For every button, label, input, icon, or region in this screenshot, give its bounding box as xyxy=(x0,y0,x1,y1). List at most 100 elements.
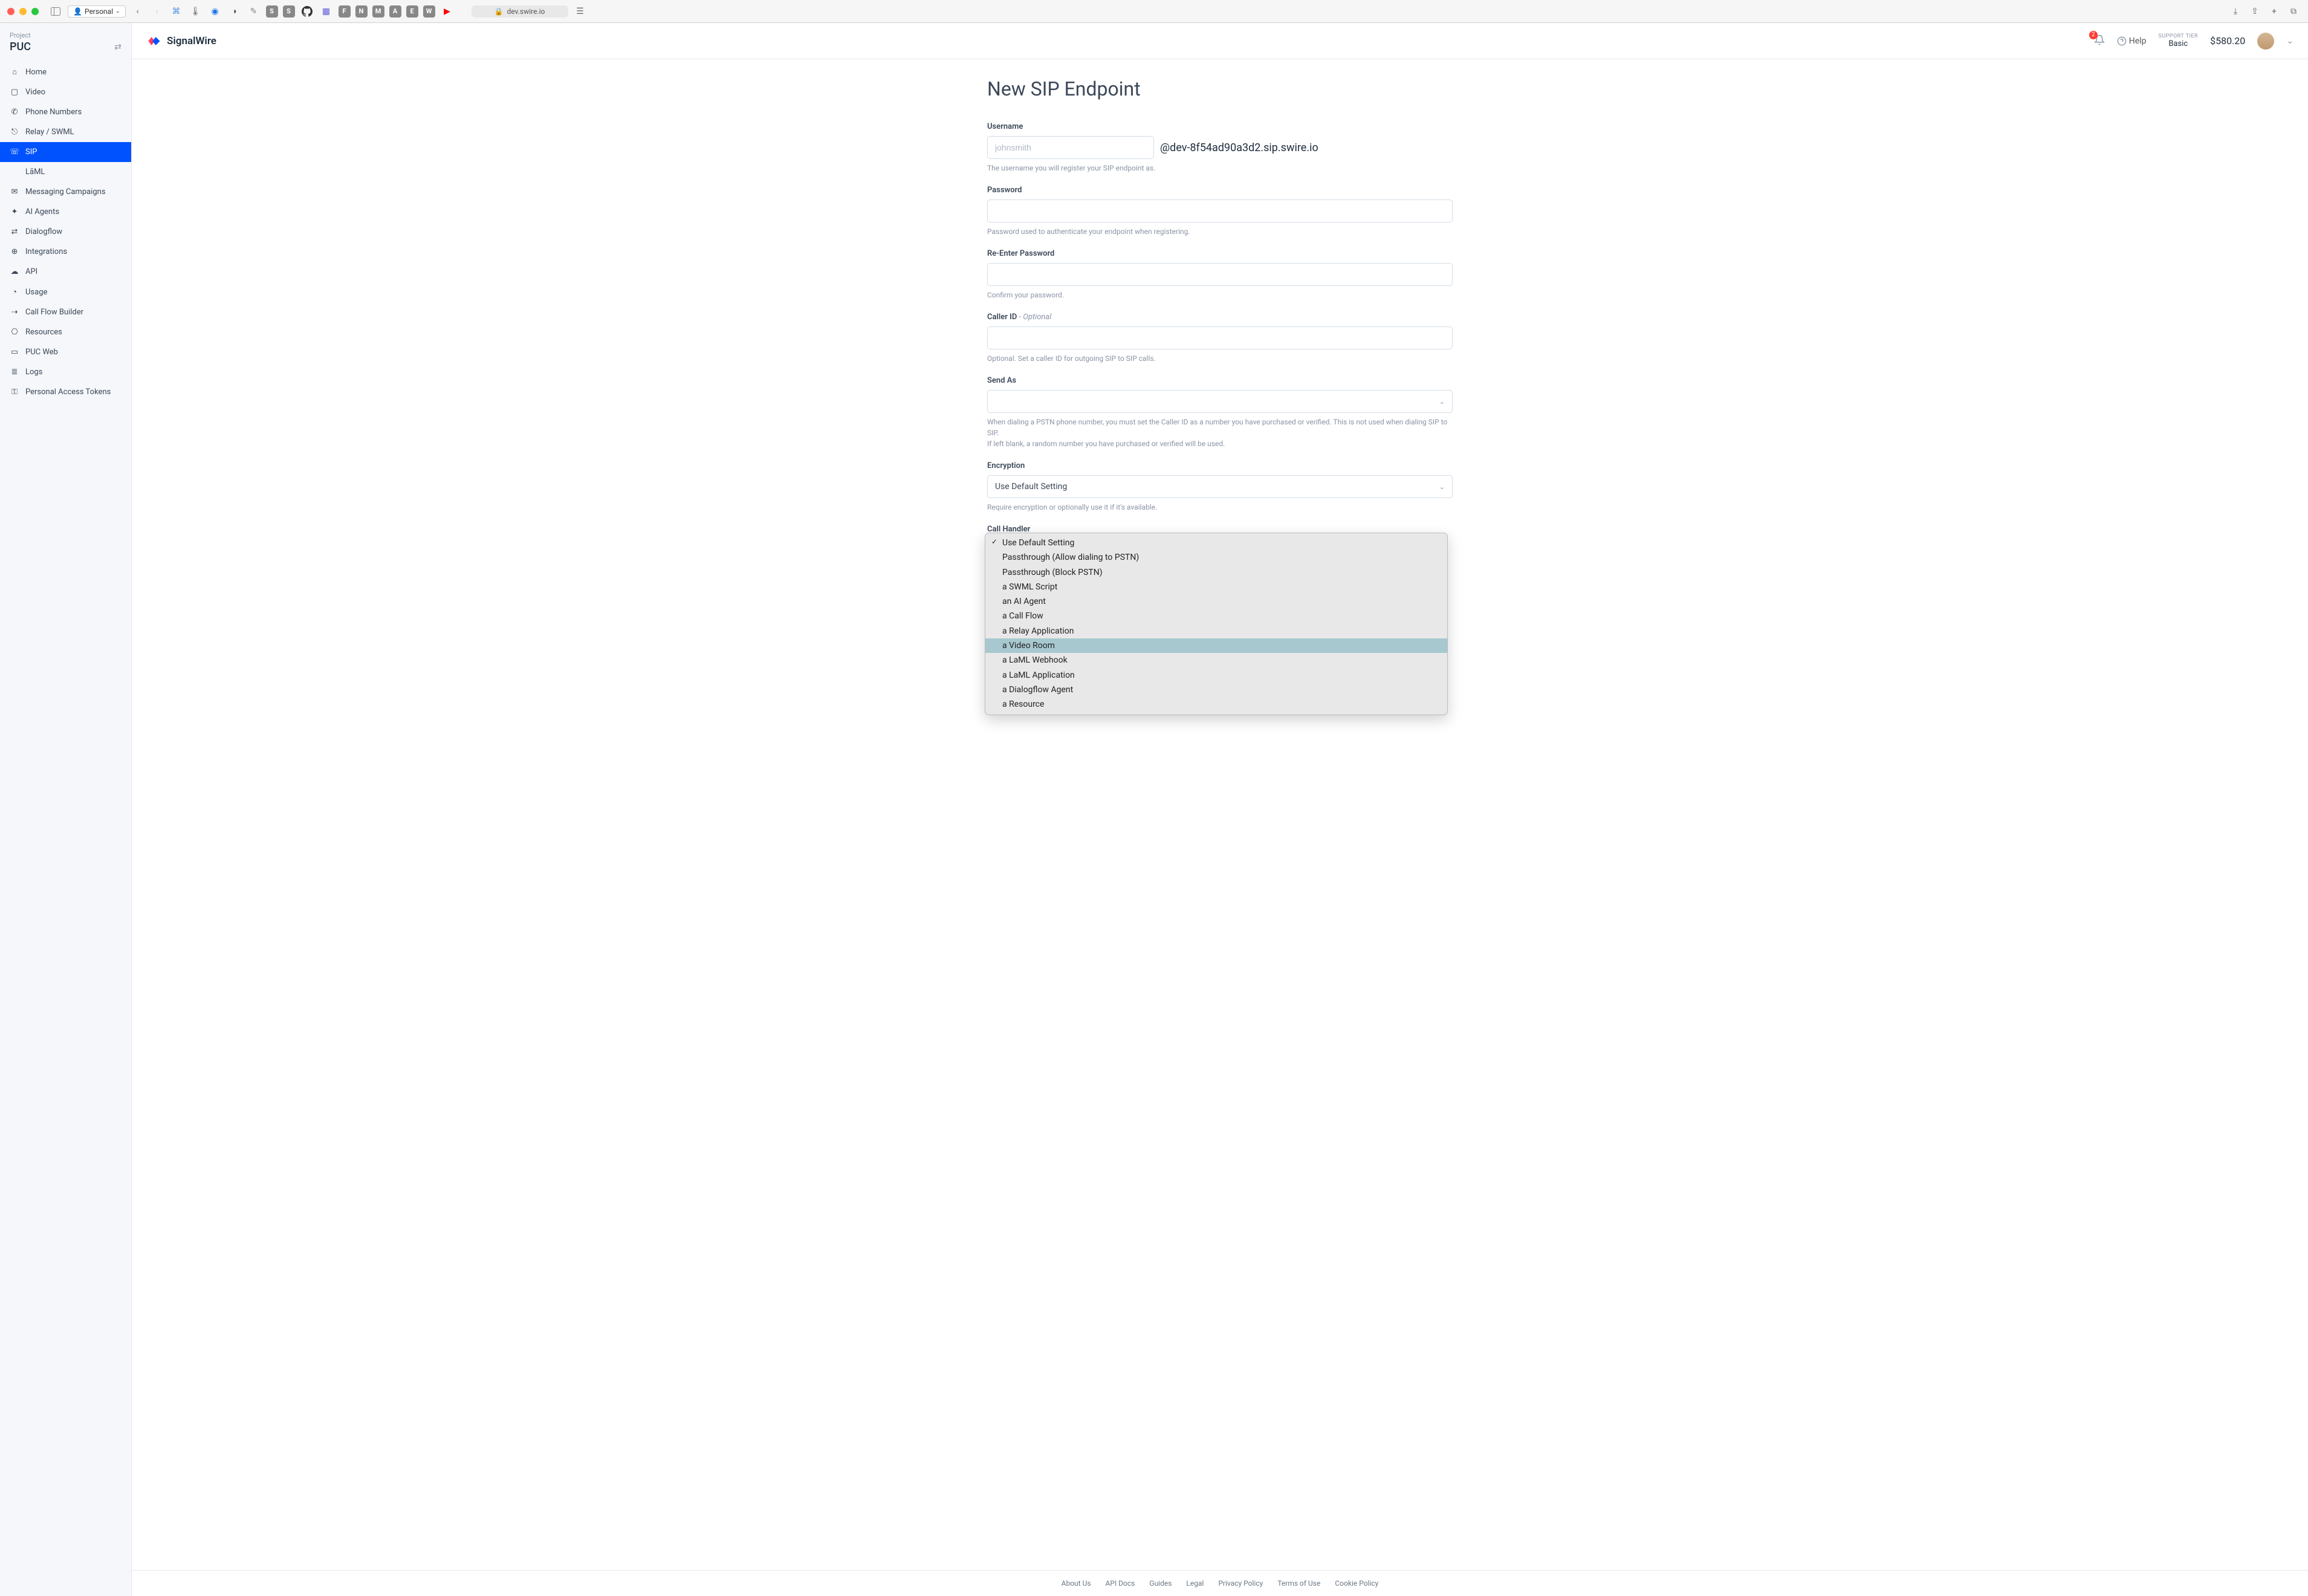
back-button[interactable]: ‹ xyxy=(131,4,145,19)
ext-icon-5[interactable]: ✎ xyxy=(247,4,261,19)
notification-badge: 2 xyxy=(2089,31,2098,39)
dropdown-option[interactable]: a Relay Application xyxy=(985,624,1447,638)
ext-icon-box[interactable]: ▦ xyxy=(319,4,334,19)
dropdown-option[interactable]: a SWML Script xyxy=(985,580,1447,594)
maximize-window-button[interactable] xyxy=(31,8,39,15)
brand[interactable]: SignalWire xyxy=(146,34,216,48)
password2-input[interactable] xyxy=(987,263,1453,286)
sidebar-item-sip[interactable]: ☏SIP xyxy=(0,142,131,162)
encryption-field: Encryption Use Default Setting ⌄ Require… xyxy=(987,461,1453,513)
dropdown-option[interactable]: a LaML Webhook xyxy=(985,653,1447,667)
encryption-label: Encryption xyxy=(987,461,1453,470)
balance[interactable]: $580.20 xyxy=(2210,35,2245,47)
window-controls xyxy=(7,8,39,15)
sidebar-item-call-flow-builder[interactable]: ⇢Call Flow Builder xyxy=(0,302,131,322)
call-handler-field: Call Handler Use Default SettingPassthro… xyxy=(987,525,1453,562)
sidebar-item-api[interactable]: ☁API xyxy=(0,262,131,282)
nav-label: Dialogflow xyxy=(25,227,62,236)
dropdown-option[interactable]: Passthrough (Block PSTN) xyxy=(985,565,1447,580)
new-tab-icon[interactable]: + xyxy=(2267,4,2281,19)
nav-icon: ⇄ xyxy=(10,227,19,236)
caller-id-input[interactable] xyxy=(987,326,1453,349)
dropdown-option[interactable]: a LaML Application xyxy=(985,668,1447,683)
tab-icon-w[interactable]: W xyxy=(423,5,435,18)
tab-icon-s2[interactable]: S xyxy=(283,5,295,18)
share-icon[interactable]: ⇪ xyxy=(2248,4,2262,19)
sidebar-item-messaging-campaigns[interactable]: ✉Messaging Campaigns xyxy=(0,182,131,202)
nav-icon: ≣ xyxy=(10,368,19,377)
brand-logo-icon xyxy=(146,34,162,48)
footer-link[interactable]: Guides xyxy=(1149,1579,1172,1588)
url-bar[interactable]: 🔒 dev.swire.io xyxy=(472,5,568,18)
sidebar-item-logs[interactable]: ≣Logs xyxy=(0,362,131,382)
nav-label: SIP xyxy=(25,148,37,157)
nav-label: PUC Web xyxy=(25,348,58,357)
sidebar-item-relay-swml[interactable]: ⎋ Relay / SWML xyxy=(0,122,131,142)
project-name: PUC xyxy=(10,41,31,53)
download-icon[interactable]: ⤓ xyxy=(2228,4,2243,19)
ext-icon-4[interactable]: ◑ xyxy=(227,4,242,19)
dropdown-option[interactable]: a Call Flow xyxy=(985,609,1447,623)
profile-name: Personal xyxy=(85,7,113,16)
dropdown-option[interactable]: Use Default Setting xyxy=(985,536,1447,550)
dropdown-option[interactable]: a Dialogflow Agent xyxy=(985,683,1447,697)
project-switch-icon[interactable]: ⇄ xyxy=(114,42,122,52)
footer-link[interactable]: API Docs xyxy=(1106,1579,1135,1588)
dropdown-option[interactable]: a Resource xyxy=(985,697,1447,712)
sidebar-item-usage[interactable]: ◔Usage xyxy=(0,282,131,302)
tab-icon-e[interactable]: E xyxy=(406,5,418,18)
sidebar-item-l-ml[interactable]: LāML xyxy=(0,162,131,182)
ext-icon-1[interactable]: ⌘ xyxy=(169,4,184,19)
caller-id-field: Caller ID - Optional Optional. Set a cal… xyxy=(987,313,1453,364)
nav-icon: ⎋ xyxy=(10,128,19,137)
reader-icon[interactable]: ☰ xyxy=(573,4,588,19)
sidebar-item-video[interactable]: ▢Video xyxy=(0,82,131,102)
footer-link[interactable]: Terms of Use xyxy=(1277,1579,1320,1588)
ext-icon-3[interactable]: ◉ xyxy=(208,4,222,19)
footer-link[interactable]: Legal xyxy=(1186,1579,1204,1588)
tab-icon-n[interactable]: N xyxy=(355,5,368,18)
sidebar-item-phone-numbers[interactable]: ✆Phone Numbers xyxy=(0,102,131,122)
forward-button[interactable]: › xyxy=(150,4,164,19)
project-header: Project PUC ⇄ xyxy=(0,23,131,59)
help-link[interactable]: Help xyxy=(2117,36,2147,46)
tabs-overview-icon[interactable]: ⧉ xyxy=(2286,4,2301,19)
github-icon[interactable] xyxy=(300,4,314,19)
sidebar-item-home[interactable]: ⌂Home xyxy=(0,62,131,82)
sidebar-item-puc-web[interactable]: ▭PUC Web xyxy=(0,342,131,362)
dropdown-option[interactable]: a Video Room xyxy=(985,638,1447,653)
support-tier[interactable]: SUPPORT TIER Basic xyxy=(2158,33,2198,48)
user-menu-chevron-icon[interactable]: ⌄ xyxy=(2286,36,2293,46)
footer-link[interactable]: About Us xyxy=(1062,1579,1091,1588)
username-domain-suffix: @dev-8f54ad90a3d2.sip.swire.io xyxy=(1160,141,1318,154)
tab-icon-m[interactable]: M xyxy=(372,5,384,18)
ext-icon-2[interactable]: 🌡 xyxy=(189,4,203,19)
tab-icon-a[interactable]: A xyxy=(389,5,401,18)
profile-switcher[interactable]: 👤Personal⌄ xyxy=(68,5,126,18)
tab-icon-f[interactable]: F xyxy=(339,5,351,18)
tab-icon-s1[interactable]: S xyxy=(266,5,278,18)
notifications-button[interactable]: 2 xyxy=(2094,34,2105,48)
tier-label: SUPPORT TIER xyxy=(2158,33,2198,39)
sidebar-item-resources[interactable]: ⎔Resources xyxy=(0,322,131,342)
footer-link[interactable]: Cookie Policy xyxy=(1335,1579,1378,1588)
dropdown-option[interactable]: Passthrough (Allow dialing to PSTN) xyxy=(985,550,1447,565)
sidebar-item-dialogflow[interactable]: ⇄ Dialogflow xyxy=(0,222,131,242)
dropdown-option[interactable]: an AI Agent xyxy=(985,594,1447,609)
username-input[interactable] xyxy=(987,136,1154,159)
sidebar-item-personal-access-tokens[interactable]: ⚿Personal Access Tokens xyxy=(0,382,131,402)
sidebar-toggle-icon[interactable] xyxy=(48,4,63,19)
encryption-select[interactable]: Use Default Setting ⌄ xyxy=(987,475,1453,498)
youtube-icon[interactable]: ▶ xyxy=(440,4,455,19)
close-window-button[interactable] xyxy=(7,8,15,15)
send-as-select[interactable]: ⌄ xyxy=(987,390,1453,413)
sidebar-item-integrations[interactable]: ⊕Integrations xyxy=(0,242,131,262)
sidebar-item-ai-agents[interactable]: ✦AI Agents xyxy=(0,202,131,222)
nav-label: Relay / SWML xyxy=(25,128,74,137)
footer-link[interactable]: Privacy Policy xyxy=(1218,1579,1263,1588)
minimize-window-button[interactable] xyxy=(19,8,27,15)
encryption-help: Require encryption or optionally use it … xyxy=(987,502,1453,513)
user-avatar[interactable] xyxy=(2257,33,2274,50)
password-input[interactable] xyxy=(987,199,1453,222)
nav-label: Call Flow Builder xyxy=(25,308,83,317)
